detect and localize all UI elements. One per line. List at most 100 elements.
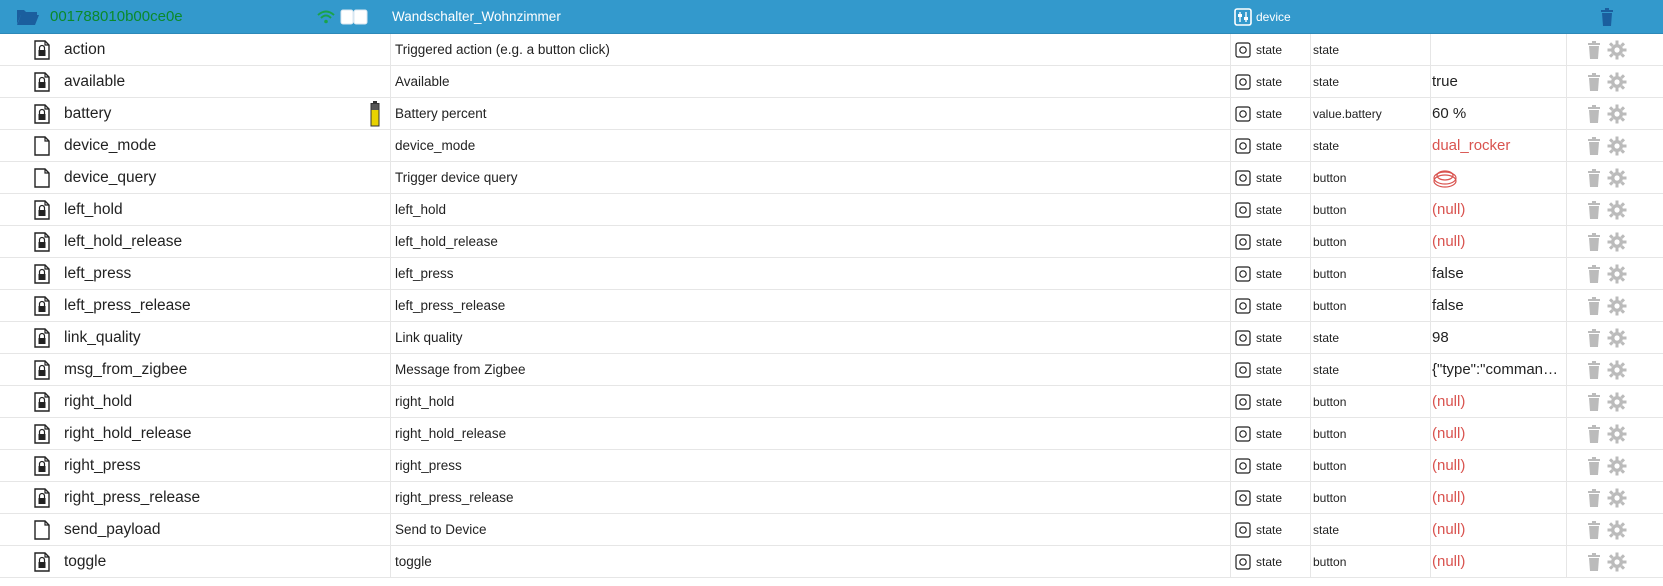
state-value-cell[interactable]: (null) (1430, 546, 1566, 577)
gear-icon[interactable] (1607, 232, 1627, 252)
trash-icon[interactable] (1587, 424, 1601, 443)
state-type-cell: state (1230, 34, 1310, 65)
state-row-left-hold[interactable]: left_hold left_hold state button (null) (0, 194, 1663, 226)
state-value[interactable]: (null) (1432, 553, 1465, 570)
state-type-cell: state (1230, 386, 1310, 417)
state-value-cell[interactable] (1430, 162, 1566, 193)
state-value[interactable]: (null) (1432, 489, 1465, 506)
gear-icon[interactable] (1607, 136, 1627, 156)
state-value[interactable]: 60 % (1432, 105, 1466, 122)
trash-icon[interactable] (1587, 456, 1601, 475)
state-value[interactable]: (null) (1432, 393, 1465, 410)
trash-icon[interactable] (1587, 136, 1601, 155)
gear-icon[interactable] (1607, 456, 1627, 476)
state-row-link-quality[interactable]: link_quality Link quality state state 98 (0, 322, 1663, 354)
state-value[interactable]: (null) (1432, 521, 1465, 538)
gear-icon[interactable] (1607, 392, 1627, 412)
state-value-cell[interactable] (1430, 34, 1566, 65)
gear-icon[interactable] (1607, 264, 1627, 284)
state-value-cell[interactable]: (null) (1430, 418, 1566, 449)
state-row-left-press[interactable]: left_press left_press state button false (0, 258, 1663, 290)
trash-icon[interactable] (1587, 40, 1601, 59)
state-actions-cell (1566, 450, 1663, 481)
state-row-right-hold-release[interactable]: right_hold_release right_hold_release st… (0, 418, 1663, 450)
gear-icon[interactable] (1607, 72, 1627, 92)
state-value-cell[interactable]: dual_rocker (1430, 130, 1566, 161)
state-row-device-query[interactable]: device_query Trigger device query state … (0, 162, 1663, 194)
state-value[interactable]: false (1432, 297, 1464, 314)
state-value[interactable]: false (1432, 265, 1464, 282)
state-value-cell[interactable]: (null) (1430, 194, 1566, 225)
gear-icon[interactable] (1607, 520, 1627, 540)
state-value-cell[interactable]: (null) (1430, 386, 1566, 417)
trash-icon[interactable] (1587, 104, 1601, 123)
state-value-cell[interactable]: false (1430, 290, 1566, 321)
trash-icon[interactable] (1587, 552, 1601, 571)
gear-icon[interactable] (1607, 168, 1627, 188)
trash-icon[interactable] (1587, 520, 1601, 539)
trash-icon[interactable] (1587, 488, 1601, 507)
state-name-cell: left_hold (390, 194, 1230, 225)
state-value-cell[interactable]: false (1430, 258, 1566, 289)
state-row-available[interactable]: available Available state state true (0, 66, 1663, 98)
gear-icon[interactable] (1607, 360, 1627, 380)
state-row-right-press[interactable]: right_press right_press state button (nu… (0, 450, 1663, 482)
state-id: left_press_release (64, 296, 191, 314)
push-button-icon[interactable] (1432, 167, 1458, 189)
device-row[interactable]: 001788010b00ce0e Wandschalter_Wohnzimmer (0, 0, 1663, 34)
state-role-cell: state (1310, 354, 1430, 385)
state-value-cell[interactable]: (null) (1430, 450, 1566, 481)
trash-icon[interactable] (1587, 72, 1601, 91)
state-row-left-hold-release[interactable]: left_hold_release left_hold_release stat… (0, 226, 1663, 258)
gear-icon[interactable] (1607, 200, 1627, 220)
gear-icon[interactable] (1607, 488, 1627, 508)
state-value[interactable]: (null) (1432, 233, 1465, 250)
state-value[interactable]: true (1432, 73, 1458, 90)
folder-open-icon[interactable] (16, 8, 40, 26)
trash-icon[interactable] (1587, 328, 1601, 347)
file-icon (34, 519, 50, 540)
state-row-battery[interactable]: battery Battery percent state value.batt… (0, 98, 1663, 130)
state-value-cell[interactable]: (null) (1430, 514, 1566, 545)
state-value-cell[interactable]: 98 (1430, 322, 1566, 353)
state-value[interactable]: (null) (1432, 425, 1465, 442)
trash-icon[interactable] (1587, 264, 1601, 283)
gear-icon[interactable] (1607, 104, 1627, 124)
state-value-cell[interactable]: (null) (1430, 226, 1566, 257)
state-value-cell[interactable]: (null) (1430, 482, 1566, 513)
state-row-toggle[interactable]: toggle toggle state button (null) (0, 546, 1663, 578)
state-row-right-hold[interactable]: right_hold right_hold state button (null… (0, 386, 1663, 418)
state-row-send-payload[interactable]: send_payload Send to Device state state … (0, 514, 1663, 546)
state-row-left-press-release[interactable]: left_press_release left_press_release st… (0, 290, 1663, 322)
state-row-device-mode[interactable]: device_mode device_mode state state dual… (0, 130, 1663, 162)
gear-icon[interactable] (1607, 424, 1627, 444)
state-value[interactable]: dual_rocker (1432, 137, 1510, 154)
state-type-cell: state (1230, 322, 1310, 353)
state-value-cell[interactable]: true (1430, 66, 1566, 97)
trash-icon[interactable] (1600, 7, 1614, 26)
state-name-cell: right_press_release (390, 482, 1230, 513)
state-role: button (1313, 170, 1347, 185)
gear-icon[interactable] (1607, 40, 1627, 60)
trash-icon[interactable] (1587, 232, 1601, 251)
trash-icon[interactable] (1587, 168, 1601, 187)
state-row-action[interactable]: action Triggered action (e.g. a button c… (0, 34, 1663, 66)
state-value[interactable]: 98 (1432, 329, 1449, 346)
state-value[interactable]: (null) (1432, 457, 1465, 474)
state-value-cell[interactable]: {"type":"comman… (1430, 354, 1566, 385)
state-value[interactable]: (null) (1432, 201, 1465, 218)
state-name-cell: Triggered action (e.g. a button click) (390, 34, 1230, 65)
trash-icon[interactable] (1587, 392, 1601, 411)
gear-icon[interactable] (1607, 552, 1627, 572)
state-value[interactable]: {"type":"comman… (1432, 361, 1558, 378)
gear-icon[interactable] (1607, 296, 1627, 316)
trash-icon[interactable] (1587, 360, 1601, 379)
state-actions-cell (1566, 34, 1663, 65)
state-name-cell: Link quality (390, 322, 1230, 353)
state-row-right-press-release[interactable]: right_press_release right_press_release … (0, 482, 1663, 514)
trash-icon[interactable] (1587, 296, 1601, 315)
state-row-msg-from-zigbee[interactable]: msg_from_zigbee Message from Zigbee stat… (0, 354, 1663, 386)
state-value-cell[interactable]: 60 % (1430, 98, 1566, 129)
gear-icon[interactable] (1607, 328, 1627, 348)
trash-icon[interactable] (1587, 200, 1601, 219)
